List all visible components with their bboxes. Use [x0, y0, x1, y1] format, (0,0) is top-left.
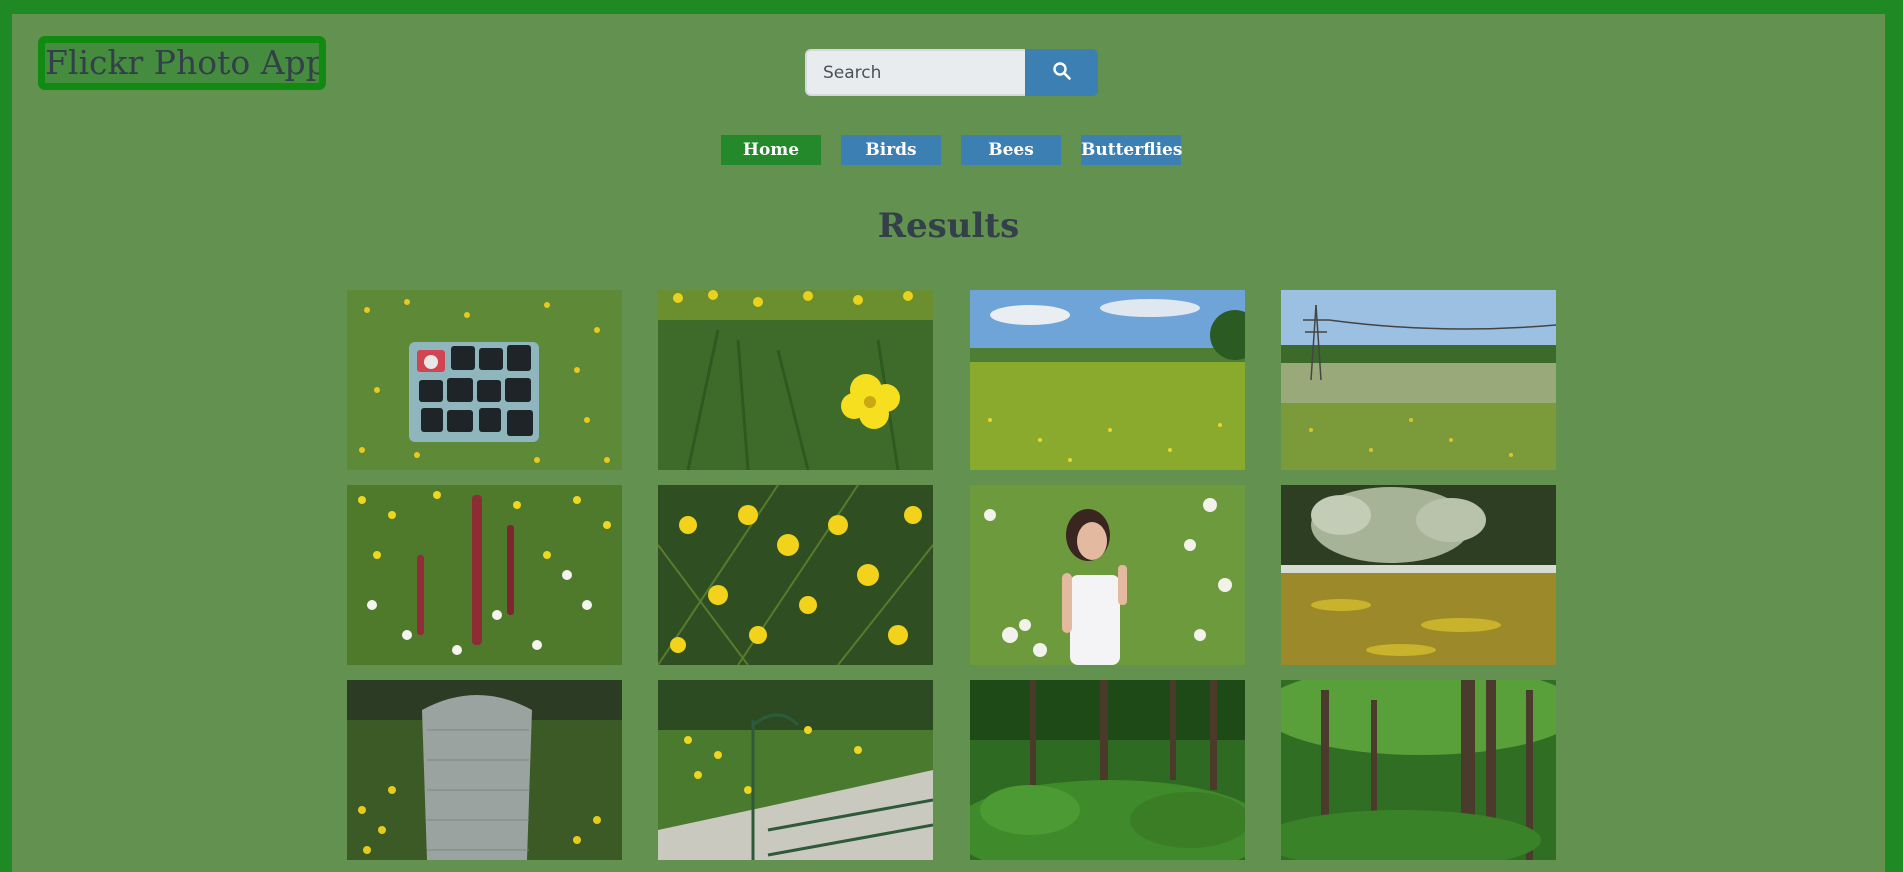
- search-form: [805, 49, 1098, 96]
- app-title: Flickr Photo App: [45, 43, 319, 83]
- photo-green-woodland[interactable]: [970, 680, 1245, 860]
- photo-field-pylon[interactable]: [1281, 290, 1556, 470]
- nav-home-button[interactable]: Home: [721, 135, 821, 165]
- search-icon: [1052, 61, 1072, 84]
- photo-cameras-on-grass[interactable]: [347, 290, 622, 470]
- search-button[interactable]: [1025, 49, 1098, 96]
- photo-blossom-tree-field[interactable]: [1281, 485, 1556, 665]
- photo-forest-trunks[interactable]: [1281, 680, 1556, 860]
- photo-yellow-buttercup[interactable]: [658, 290, 933, 470]
- photo-green-field-sky[interactable]: [970, 290, 1245, 470]
- results-heading: Results: [877, 206, 1020, 246]
- app-container: Flickr Photo App Home Birds Bees Butterf…: [12, 14, 1885, 872]
- photo-wicker-chair[interactable]: [347, 680, 622, 860]
- nav-butterflies-button[interactable]: Butterflies: [1081, 135, 1182, 165]
- photo-garden-gate[interactable]: [658, 680, 933, 860]
- category-nav: Home Birds Bees Butterflies: [12, 135, 1885, 165]
- nav-birds-button[interactable]: Birds: [841, 135, 941, 165]
- photo-buttercup-cluster[interactable]: [658, 485, 933, 665]
- app-logo[interactable]: Flickr Photo App: [38, 36, 326, 90]
- photo-woman-in-meadow[interactable]: [970, 485, 1245, 665]
- photo-wildflower-meadow[interactable]: [347, 485, 622, 665]
- search-input[interactable]: [805, 49, 1025, 96]
- nav-bees-button[interactable]: Bees: [961, 135, 1061, 165]
